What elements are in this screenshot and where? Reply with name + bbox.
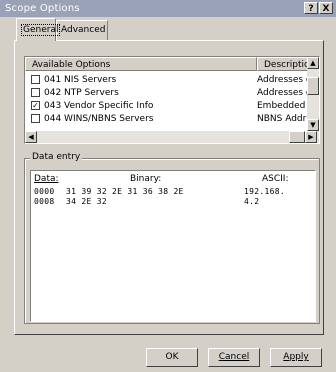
help-button[interactable]: ?: [304, 2, 318, 14]
scroll-up-arrow-icon[interactable]: ▲: [307, 57, 319, 69]
vertical-scrollbar[interactable]: ▲ ▼: [307, 57, 319, 131]
ok-button[interactable]: OK: [146, 348, 198, 367]
option-name: 042 NTP Servers: [44, 88, 119, 98]
cancel-label: Cancel: [218, 352, 250, 362]
data-offset: 0008: [34, 197, 55, 206]
list-item[interactable]: ✓ 043 Vendor Specific Info Embedded v: [25, 99, 314, 112]
data-ascii: 4.2: [244, 197, 260, 206]
data-entry-label: Data entry: [30, 152, 83, 162]
title-bar: Scope Options ? X: [0, 0, 336, 17]
data-offset: 0000: [34, 187, 55, 196]
option-description: Addresses c: [257, 88, 311, 98]
option-name: 043 Vendor Specific Info: [44, 101, 154, 111]
apply-label: Apply: [283, 352, 309, 362]
data-bytes: 31 39 32 2E 31 36 38 2E: [66, 187, 184, 196]
data-bytes: 34 2E 32: [66, 197, 107, 206]
option-checkbox[interactable]: [31, 75, 40, 84]
list-header: Available Options Description: [25, 57, 319, 71]
binary-column-header: Binary:: [130, 174, 162, 184]
window-title: Scope Options: [5, 3, 80, 14]
option-name: 041 NIS Servers: [44, 75, 117, 85]
horizontal-scrollbar[interactable]: ◀ ▶: [25, 131, 319, 143]
option-description: Embedded v: [257, 101, 314, 111]
option-description: Addresses c: [257, 75, 311, 85]
cancel-button[interactable]: Cancel: [208, 348, 260, 367]
data-row: 0008 34 2E 32 4.2: [34, 197, 259, 206]
tab-advanced-label: Advanced: [61, 25, 106, 35]
data-column-header: Data:: [34, 174, 59, 184]
apply-button[interactable]: Apply: [270, 348, 322, 367]
hscroll-thumb[interactable]: [289, 131, 305, 143]
tab-advanced[interactable]: Advanced: [56, 20, 108, 40]
scroll-right-arrow-icon[interactable]: ▶: [305, 131, 317, 143]
ok-label: OK: [165, 352, 179, 362]
column-header-options[interactable]: Available Options: [25, 57, 257, 71]
ascii-column-header: ASCII:: [262, 174, 289, 184]
list-item[interactable]: 044 WINS/NBNS Servers NBNS Addr: [25, 112, 307, 125]
option-checkbox-checked[interactable]: ✓: [31, 101, 40, 110]
option-checkbox[interactable]: [31, 114, 40, 123]
close-button[interactable]: X: [319, 2, 333, 14]
scroll-thumb[interactable]: [307, 77, 319, 95]
tab-general-label: General: [21, 24, 61, 36]
data-ascii: 192.168.: [244, 187, 285, 196]
option-description: NBNS Addr: [257, 114, 307, 124]
scope-options-dialog: Scope Options ? X General Advanced Avail…: [0, 0, 336, 372]
list-item[interactable]: 042 NTP Servers Addresses c: [25, 86, 311, 99]
option-checkbox[interactable]: [31, 88, 40, 97]
scroll-left-arrow-icon[interactable]: ◀: [25, 131, 37, 143]
option-name: 044 WINS/NBNS Servers: [44, 114, 154, 124]
tab-general[interactable]: General: [16, 18, 61, 41]
data-row: 0000 31 39 32 2E 31 36 38 2E 192.168.: [34, 187, 285, 196]
column-options-label: Available Options: [32, 60, 111, 70]
scroll-down-arrow-icon[interactable]: ▼: [307, 119, 319, 131]
available-options-list[interactable]: Available Options Description 041 NIS Se…: [24, 56, 320, 144]
list-item[interactable]: 041 NIS Servers Addresses c: [25, 73, 311, 86]
